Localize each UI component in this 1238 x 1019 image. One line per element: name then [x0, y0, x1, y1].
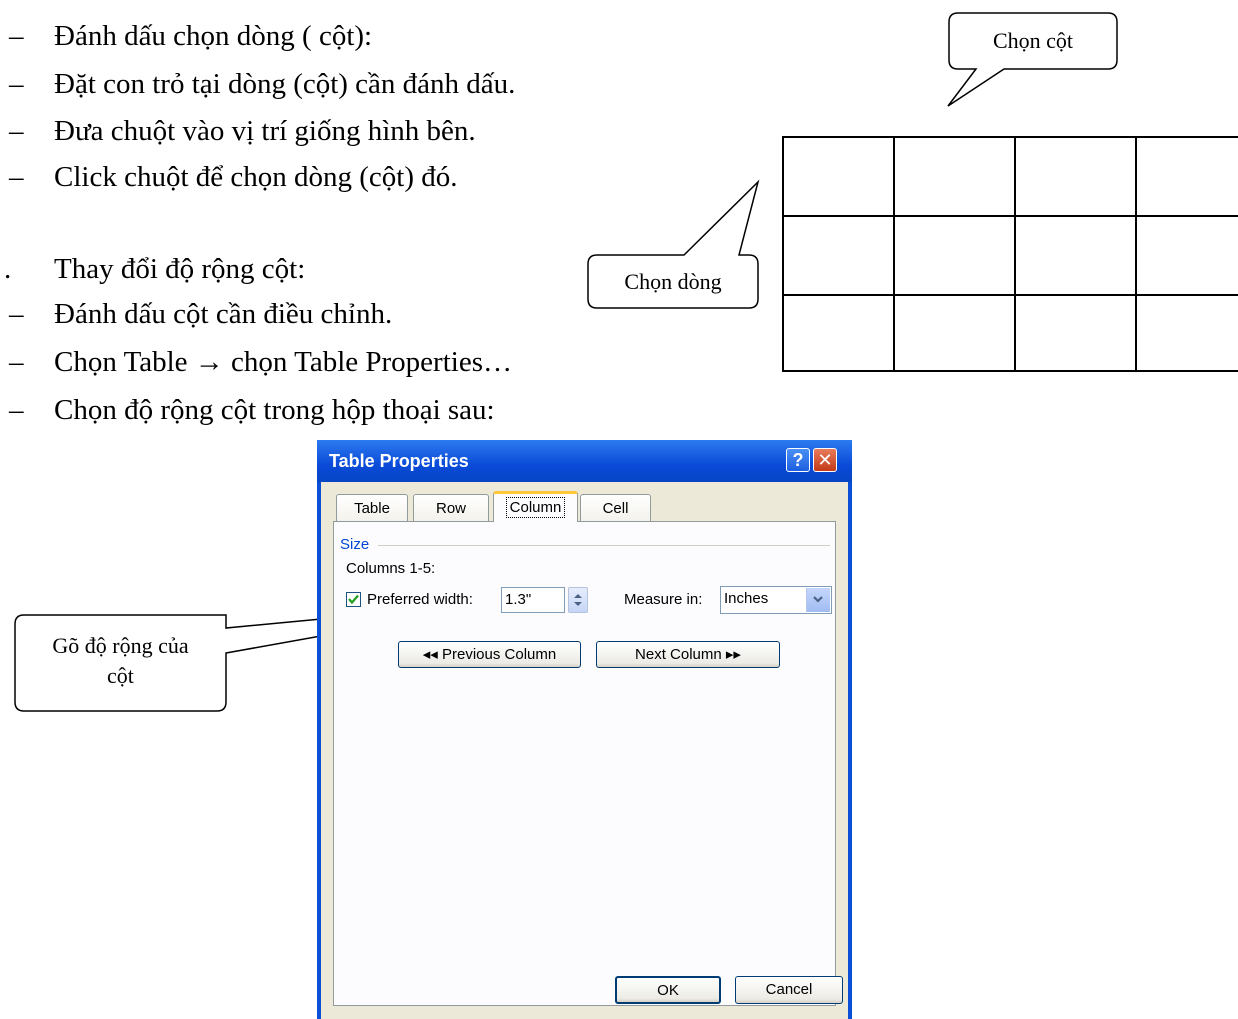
tab-column[interactable]: Column	[493, 491, 578, 522]
size-group-divider	[378, 545, 830, 546]
callout-select-column-text: Chọn cột	[992, 28, 1074, 53]
tab-cell[interactable]: Cell	[580, 494, 651, 521]
dialog-title: Table Properties	[329, 451, 469, 471]
chevron-down-icon[interactable]	[806, 588, 830, 612]
next-column-button[interactable]: Next Column ▸▸	[596, 641, 780, 668]
measure-in-select[interactable]: Inches	[720, 586, 832, 614]
close-icon[interactable]: ✕	[813, 448, 837, 472]
tab-label: Row	[435, 500, 466, 517]
callout-select-row-text: Chọn dòng	[624, 269, 722, 294]
spinner-arrows-icon	[574, 594, 582, 606]
columns-range-label: Columns 1-5:	[346, 560, 436, 577]
size-group-label: Size	[340, 536, 370, 553]
preferred-width-input[interactable]: 1.3"	[501, 587, 565, 613]
check-icon	[348, 594, 359, 605]
previous-column-button[interactable]: ◂◂ Previous Column	[398, 641, 581, 668]
callout-width-hint-line-2: cột	[107, 663, 134, 688]
preferred-width-label: Preferred width:	[367, 591, 473, 608]
ok-button[interactable]: OK	[615, 976, 721, 1004]
callout-width-hint-text: Gõ độ rộng của cột	[15, 631, 226, 691]
column-tab-panel: Size Columns 1-5: Preferred width: 1.3" …	[333, 521, 836, 1006]
tab-label: Column	[505, 497, 566, 518]
measure-in-value: Inches	[724, 590, 769, 607]
preferred-width-spinner[interactable]	[568, 587, 588, 613]
preferred-width-checkbox[interactable]	[346, 592, 361, 607]
table-properties-dialog: Table Properties ? ✕ Table Row Column Ce…	[317, 440, 852, 1019]
tab-label: Table	[354, 500, 390, 517]
callout-width-hint-line-1: Gõ độ rộng của	[52, 633, 189, 658]
cancel-button[interactable]: Cancel	[735, 976, 843, 1004]
tab-label: Cell	[602, 500, 629, 517]
sample-table-grid	[782, 136, 1238, 372]
tab-table[interactable]: Table	[336, 494, 408, 521]
dialog-titlebar[interactable]: Table Properties ? ✕	[317, 440, 852, 482]
dialog-body: Table Row Column Cell Size Columns 1-5: …	[321, 482, 848, 1019]
tab-row[interactable]: Row	[413, 494, 489, 521]
measure-in-label: Measure in:	[624, 591, 703, 608]
help-icon[interactable]: ?	[786, 448, 810, 472]
